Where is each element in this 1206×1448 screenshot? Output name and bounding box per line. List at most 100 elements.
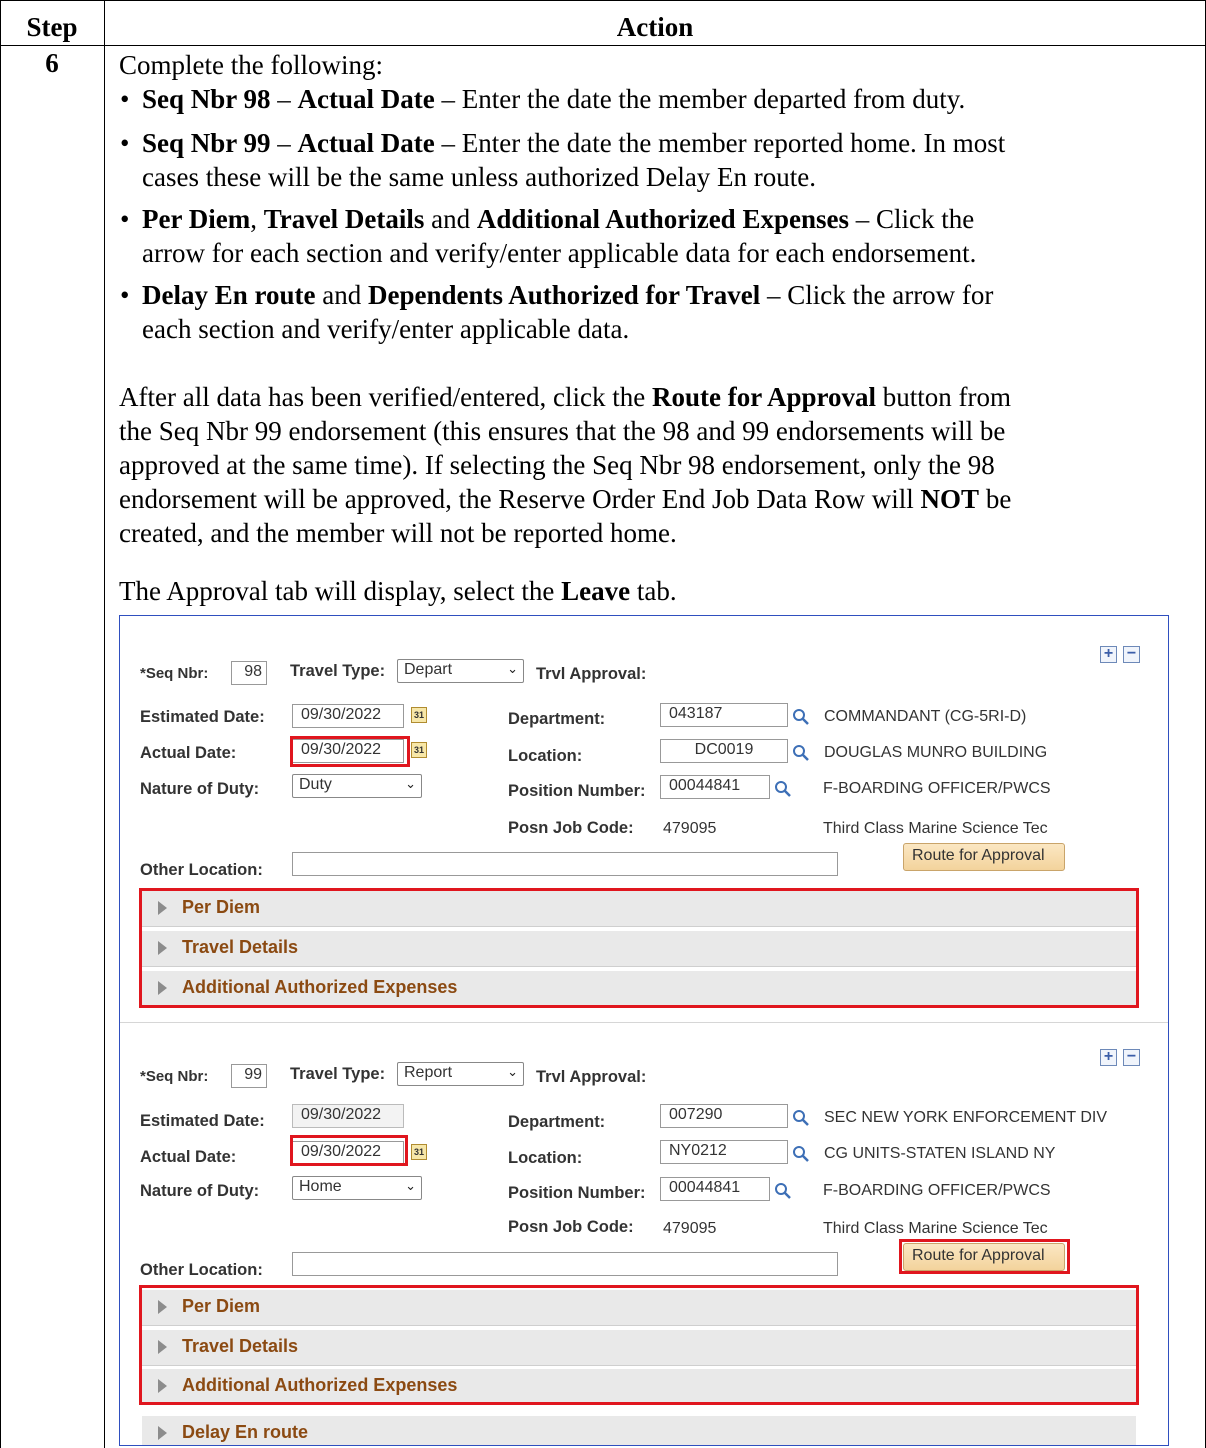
estimated-date-label: Estimated Date:	[140, 1112, 265, 1130]
seq-nbr-field[interactable]: 98	[231, 661, 267, 685]
section-travel-details[interactable]: Travel Details	[142, 931, 1136, 967]
chevron-down-icon: ⌄	[405, 1178, 416, 1193]
procedure-table: Step Action 6 Complete the following: • …	[0, 0, 1206, 1448]
trvl-approval-label: Trvl Approval:	[536, 665, 647, 683]
location-description: CG UNITS-STATEN ISLAND NY	[824, 1145, 1056, 1162]
bullet-dot: •	[120, 128, 130, 158]
estimated-date-field[interactable]: 09/30/2022	[292, 704, 404, 728]
travel-type-label: Travel Type:	[290, 662, 386, 680]
expand-arrow-icon	[158, 981, 167, 995]
department-label: Department:	[508, 1113, 606, 1131]
seq-nbr-label: *Seq Nbr:	[140, 1068, 209, 1085]
search-icon[interactable]	[773, 779, 793, 799]
bullet-dot: •	[120, 280, 130, 310]
calendar-icon[interactable]: 31	[411, 742, 427, 758]
search-icon[interactable]	[791, 743, 811, 763]
bullet-3-cont: arrow for each section and verify/enter …	[142, 238, 977, 268]
collapse-all-icon[interactable]: −	[1123, 1049, 1140, 1066]
posn-job-code-value: 479095	[663, 1220, 717, 1237]
bullet-dot: •	[120, 204, 130, 234]
table-header-divider	[0, 45, 1206, 46]
expand-arrow-icon	[158, 941, 167, 955]
posn-job-code-label: Posn Job Code:	[508, 1218, 634, 1236]
collapse-all-icon[interactable]: −	[1123, 646, 1140, 663]
route-for-approval-button[interactable]: Route for Approval	[903, 843, 1065, 871]
header-action: Action	[616, 12, 694, 42]
section-additional-expenses[interactable]: Additional Authorized Expenses	[142, 971, 1136, 1007]
seq-nbr-label: *Seq Nbr:	[140, 665, 209, 682]
actual-date-field[interactable]: 09/30/2022	[292, 1141, 404, 1165]
expand-all-icon[interactable]: +	[1100, 646, 1117, 663]
section-delay-en-route[interactable]: Delay En route	[142, 1416, 1136, 1445]
para1-line5: created, and the member will not be repo…	[119, 518, 677, 548]
expand-arrow-icon	[158, 901, 167, 915]
chevron-down-icon: ⌄	[507, 1064, 518, 1079]
position-number-field[interactable]: 00044841	[660, 1177, 770, 1201]
para1-line2: the Seq Nbr 99 endorsement (this ensures…	[119, 416, 1006, 446]
route-for-approval-button[interactable]: Route for Approval	[903, 1243, 1065, 1271]
position-description: F-BOARDING OFFICER/PWCS	[823, 780, 1051, 797]
calendar-icon[interactable]: 31	[411, 1144, 427, 1160]
location-label: Location:	[508, 747, 583, 765]
actual-date-label: Actual Date:	[140, 744, 237, 762]
table-border-left	[0, 0, 1, 1448]
position-number-label: Position Number:	[508, 1184, 646, 1202]
expand-arrow-icon	[158, 1300, 167, 1314]
travel-type-select[interactable]: Report ⌄	[397, 1062, 524, 1086]
search-icon[interactable]	[791, 1144, 811, 1164]
bullet-2-cont: cases these will be the same unless auth…	[142, 162, 817, 192]
expand-arrow-icon	[158, 1426, 167, 1440]
travel-type-select[interactable]: Depart ⌄	[397, 659, 524, 683]
chevron-down-icon: ⌄	[507, 661, 518, 676]
expand-arrow-icon	[158, 1340, 167, 1354]
location-label: Location:	[508, 1149, 583, 1167]
para2: The Approval tab will display, select th…	[119, 576, 677, 606]
other-location-field[interactable]	[292, 1252, 838, 1276]
other-location-label: Other Location:	[140, 861, 263, 879]
section-travel-details[interactable]: Travel Details	[142, 1330, 1136, 1366]
job-title-value: Third Class Marine Science Tec	[823, 1220, 1048, 1237]
estimated-date-field: 09/30/2022	[292, 1104, 404, 1128]
position-description: F-BOARDING OFFICER/PWCS	[823, 1182, 1051, 1199]
para1-line4: endorsement will be approved, the Reserv…	[119, 484, 1012, 514]
search-icon[interactable]	[773, 1181, 793, 1201]
department-description: SEC NEW YORK ENFORCEMENT DIV	[824, 1109, 1107, 1126]
intro-text: Complete the following:	[119, 50, 383, 80]
section-per-diem[interactable]: Per Diem	[142, 1290, 1136, 1326]
department-field[interactable]: 043187	[660, 703, 788, 727]
table-column-divider	[104, 0, 105, 1448]
bullet-1: Seq Nbr 98 – Actual Date – Enter the dat…	[142, 84, 966, 114]
location-description: DOUGLAS MUNRO BUILDING	[824, 744, 1048, 761]
expand-all-icon[interactable]: +	[1100, 1049, 1117, 1066]
search-icon[interactable]	[791, 1108, 811, 1128]
endorsement-screenshot: + − *Seq Nbr: 98 Travel Type: Depart ⌄ Tr…	[119, 615, 1169, 1446]
other-location-field[interactable]	[292, 852, 838, 876]
calendar-icon[interactable]: 31	[411, 707, 427, 723]
bullet-dot: •	[120, 84, 130, 114]
job-title-value: Third Class Marine Science Tec	[823, 820, 1048, 837]
position-number-label: Position Number:	[508, 782, 646, 800]
travel-type-label: Travel Type:	[290, 1065, 386, 1083]
expand-arrow-icon	[158, 1379, 167, 1393]
posn-job-code-label: Posn Job Code:	[508, 819, 634, 837]
department-description: COMMANDANT (CG-5RI-D)	[824, 708, 1027, 725]
bullet-4: Delay En route and Dependents Authorized…	[142, 280, 994, 310]
bullet-3: Per Diem, Travel Details and Additional …	[142, 204, 975, 234]
department-field[interactable]: 007290	[660, 1104, 788, 1128]
nature-of-duty-label: Nature of Duty:	[140, 1182, 260, 1200]
para1-line1: After all data has been verified/entered…	[119, 382, 1012, 412]
table-border-top	[0, 0, 1206, 1]
posn-job-code-value: 479095	[663, 820, 717, 837]
position-number-field[interactable]: 00044841	[660, 775, 770, 799]
section-per-diem[interactable]: Per Diem	[142, 891, 1136, 927]
actual-date-field[interactable]: 09/30/2022	[292, 739, 404, 763]
endorsement-separator	[120, 1022, 1168, 1023]
bullet-2: Seq Nbr 99 – Actual Date – Enter the dat…	[142, 128, 1006, 158]
seq-nbr-field[interactable]: 99	[231, 1064, 267, 1088]
section-additional-expenses[interactable]: Additional Authorized Expenses	[142, 1369, 1136, 1405]
location-field[interactable]: DC0019	[660, 739, 788, 763]
nature-of-duty-select[interactable]: Home ⌄	[292, 1176, 422, 1200]
search-icon[interactable]	[791, 707, 811, 727]
location-field[interactable]: NY0212	[660, 1140, 788, 1164]
nature-of-duty-select[interactable]: Duty ⌄	[292, 774, 422, 798]
